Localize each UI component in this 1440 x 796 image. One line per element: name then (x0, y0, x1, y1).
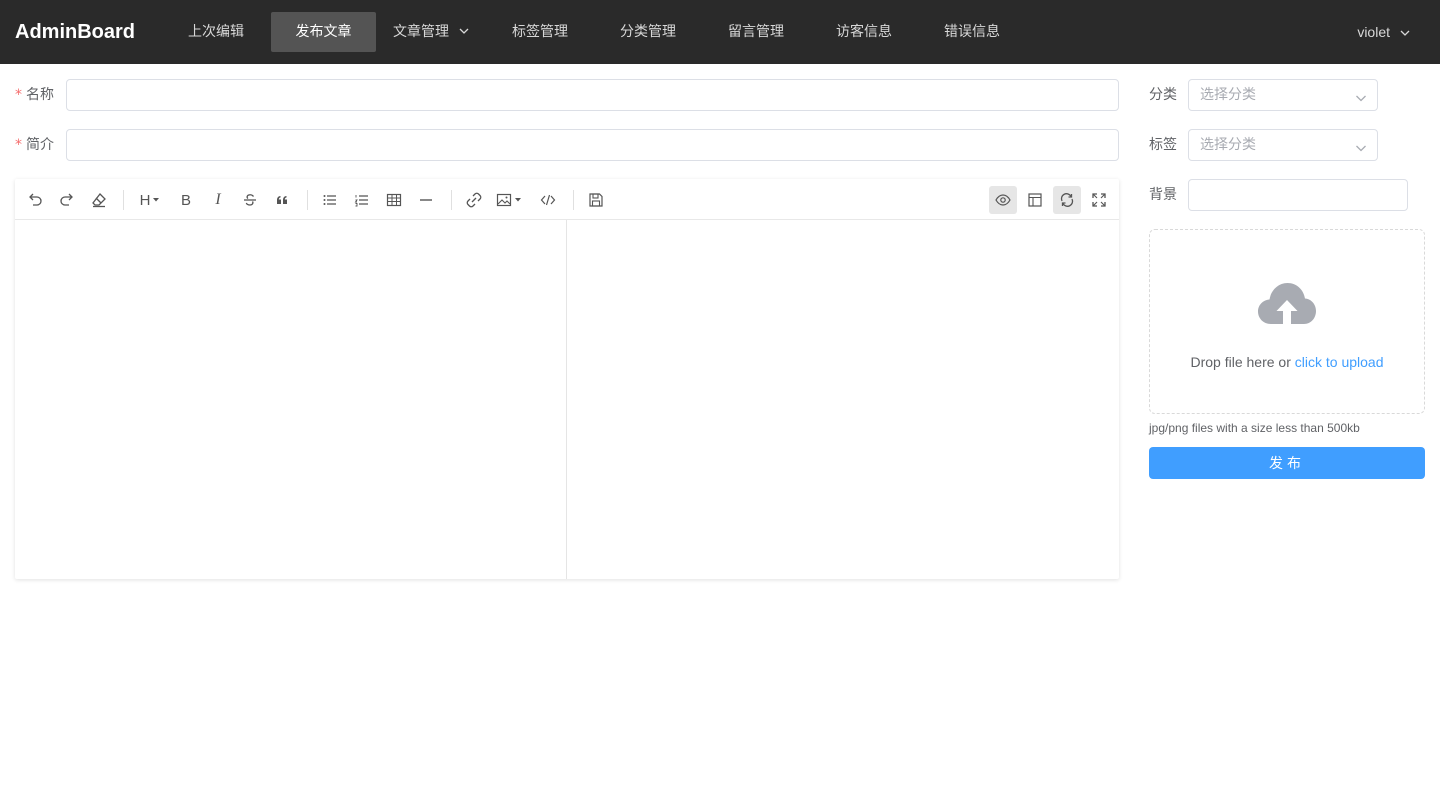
sync-scroll-icon[interactable] (1053, 186, 1081, 214)
nav-item-visitor-info[interactable]: 访客信息 (810, 12, 918, 52)
chevron-down-icon (1400, 13, 1410, 53)
heading-icon[interactable]: H (135, 186, 165, 214)
code-icon[interactable] (534, 186, 562, 214)
toolbar-divider (123, 190, 124, 210)
chevron-down-icon (1355, 139, 1367, 158)
preview-icon[interactable] (989, 186, 1017, 214)
upload-cloud-icon (1257, 280, 1317, 332)
chevron-down-icon (1355, 89, 1367, 108)
table-icon[interactable] (380, 186, 408, 214)
markdown-preview-pane (568, 220, 1119, 579)
italic-icon[interactable]: I (204, 186, 232, 214)
toc-icon[interactable] (1021, 186, 1049, 214)
quote-icon[interactable] (268, 186, 296, 214)
top-navbar: AdminBoard 上次编辑 发布文章 文章管理 标签管理 分类管理 留言管理… (0, 0, 1440, 64)
name-input[interactable] (66, 79, 1119, 111)
chevron-down-icon (459, 12, 469, 52)
category-label: 分类 (1149, 87, 1177, 103)
click-to-upload-link[interactable]: click to upload (1295, 354, 1384, 370)
undo-icon[interactable] (21, 186, 49, 214)
upload-dropzone[interactable]: Drop file here or click to upload (1149, 229, 1425, 414)
image-icon[interactable] (492, 186, 526, 214)
nav-item-error-info[interactable]: 错误信息 (918, 12, 1026, 52)
tag-label: 标签 (1149, 137, 1177, 153)
toolbar-divider (573, 190, 574, 210)
upload-text: Drop file here or click to upload (1190, 354, 1384, 370)
clear-icon[interactable] (85, 186, 113, 214)
editor-toolbar: H B I (15, 179, 1119, 220)
unordered-list-icon[interactable] (316, 186, 344, 214)
bold-icon[interactable]: B (172, 186, 200, 214)
nav-item-tag-management[interactable]: 标签管理 (486, 12, 594, 52)
tag-select[interactable]: 选择分类 (1188, 129, 1378, 161)
background-label: 背景 (1149, 187, 1177, 203)
upload-tip: jpg/png files with a size less than 500k… (1149, 421, 1360, 435)
category-placeholder: 选择分类 (1200, 87, 1256, 103)
nav-item-category-management[interactable]: 分类管理 (594, 12, 702, 52)
tag-placeholder: 选择分类 (1200, 137, 1256, 153)
save-icon[interactable] (582, 186, 610, 214)
strikethrough-icon[interactable] (236, 186, 264, 214)
summary-input[interactable] (66, 129, 1119, 161)
link-icon[interactable] (460, 186, 488, 214)
name-label: * 名称 (15, 87, 54, 103)
category-select[interactable]: 选择分类 (1188, 79, 1378, 111)
user-menu[interactable]: violet (1357, 12, 1410, 52)
username: violet (1357, 24, 1390, 40)
ordered-list-icon[interactable] (348, 186, 376, 214)
publish-button[interactable]: 发布 (1149, 447, 1425, 479)
toolbar-divider (451, 190, 452, 210)
markdown-input-pane[interactable] (15, 220, 567, 579)
nav-item-article-management[interactable]: 文章管理 (377, 12, 485, 52)
summary-label: * 简介 (15, 137, 54, 153)
nav-item-publish-article[interactable]: 发布文章 (271, 12, 376, 52)
redo-icon[interactable] (53, 186, 81, 214)
fullscreen-icon[interactable] (1085, 186, 1113, 214)
nav-item-comment-management[interactable]: 留言管理 (702, 12, 810, 52)
toolbar-divider (307, 190, 308, 210)
markdown-editor: H B I (15, 179, 1119, 579)
nav-item-label: 文章管理 (393, 24, 449, 40)
app-logo[interactable]: AdminBoard (15, 0, 135, 64)
nav-item-last-edit[interactable]: 上次编辑 (162, 12, 270, 52)
background-input[interactable] (1188, 179, 1408, 211)
horizontal-rule-icon[interactable] (412, 186, 440, 214)
